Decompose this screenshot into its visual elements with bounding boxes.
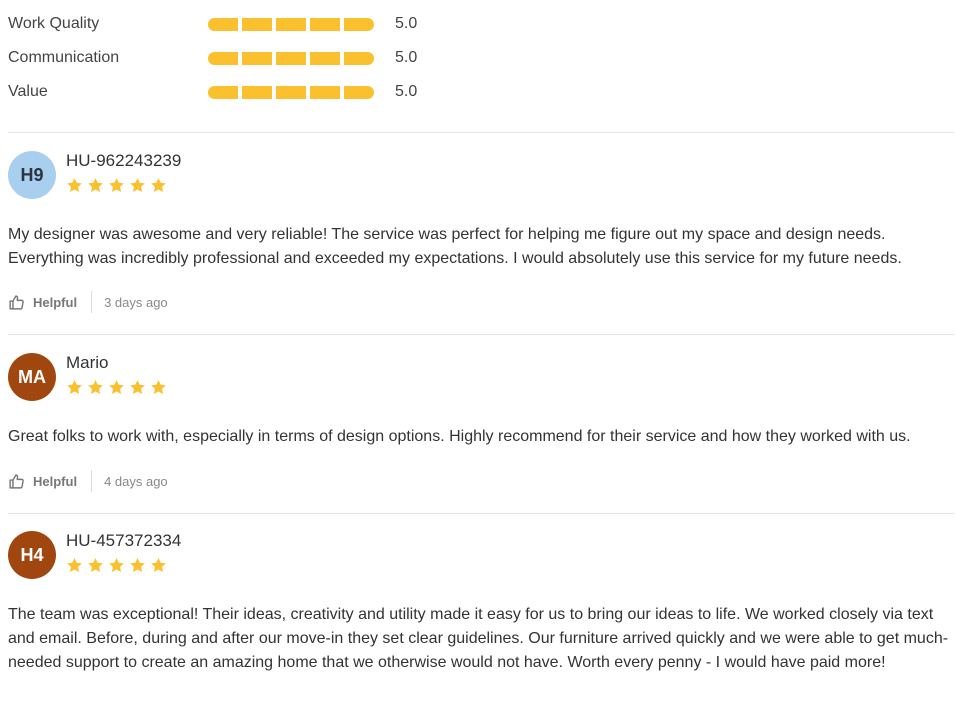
rating-value: 5.0 — [395, 83, 418, 100]
review-card: MA Mario Great folks to work with, espec… — [8, 353, 954, 503]
star-rating — [66, 379, 167, 396]
star-icon — [88, 178, 103, 193]
review-card: H9 HU-962243239 My designer was awesome … — [8, 151, 954, 321]
review-timestamp: 4 days ago — [104, 473, 168, 489]
rating-bar-segment — [276, 51, 306, 65]
rating-bar-segment — [310, 17, 340, 31]
star-icon — [88, 380, 103, 395]
rating-bar-segment — [276, 17, 306, 31]
avatar: H9 — [8, 151, 56, 199]
helpful-button[interactable]: Helpful — [8, 294, 77, 311]
rating-bar-segment — [310, 85, 340, 99]
helpful-button[interactable]: Helpful — [8, 473, 77, 490]
rating-value: 5.0 — [395, 49, 418, 66]
avatar: MA — [8, 353, 56, 401]
star-icon — [130, 380, 145, 395]
review-text: The team was exceptional! Their ideas, c… — [8, 606, 949, 671]
star-icon — [130, 558, 145, 573]
star-icon — [88, 558, 103, 573]
star-rating — [66, 177, 167, 194]
star-icon — [151, 558, 166, 573]
rating-label: Communication — [8, 49, 120, 66]
review-text: My designer was awesome and very reliabl… — [8, 226, 902, 267]
rating-communication: Communication 5.0 — [8, 47, 417, 69]
rating-bar-segment — [208, 85, 238, 99]
helpful-label: Helpful — [33, 294, 78, 310]
rating-bar-segment — [208, 17, 238, 31]
rating-bar-segment — [242, 17, 272, 31]
review-meta: Helpful 3 days ago — [8, 291, 168, 313]
star-rating — [66, 557, 167, 574]
review-text: Great folks to work with, especially in … — [8, 428, 911, 445]
rating-bar — [208, 17, 374, 31]
separator — [91, 291, 93, 313]
divider — [8, 513, 954, 514]
rating-bar-segment — [208, 51, 238, 65]
star-icon — [109, 380, 124, 395]
divider — [8, 132, 954, 133]
separator — [91, 470, 93, 492]
helpful-label: Helpful — [33, 473, 78, 489]
reviewer-name: Mario — [66, 353, 109, 372]
rating-label: Work Quality — [8, 15, 100, 32]
thumbs-up-icon — [9, 294, 24, 310]
star-icon — [151, 380, 166, 395]
rating-bar-segment — [242, 51, 272, 65]
reviewer-name: HU-962243239 — [66, 151, 182, 170]
rating-value: 5.0 — [395, 15, 418, 32]
star-icon — [67, 178, 82, 193]
star-icon — [67, 558, 82, 573]
rating-bar-segment — [310, 51, 340, 65]
rating-bar-segment — [344, 85, 374, 99]
rating-bar — [208, 51, 374, 65]
rating-value-row: Value 5.0 — [8, 81, 417, 103]
reviewer-name: HU-457372334 — [66, 531, 182, 550]
star-icon — [109, 178, 124, 193]
reviews-page: Work Quality 5.0 Communication 5.0 Value — [0, 0, 958, 701]
rating-bar-segment — [344, 51, 374, 65]
rating-label: Value — [8, 83, 48, 100]
star-icon — [109, 558, 124, 573]
avatar: H4 — [8, 531, 56, 579]
star-icon — [151, 178, 166, 193]
review-timestamp: 3 days ago — [104, 294, 168, 310]
thumbs-up-icon — [9, 473, 24, 489]
rating-work-quality: Work Quality 5.0 — [8, 13, 417, 35]
rating-bar-segment — [276, 85, 306, 99]
star-icon — [67, 380, 82, 395]
divider — [8, 334, 954, 335]
rating-bar-segment — [344, 17, 374, 31]
rating-bar — [208, 85, 374, 99]
review-card: H4 HU-457372334 The team was exceptional… — [8, 531, 954, 701]
star-icon — [130, 178, 145, 193]
review-meta: Helpful 4 days ago — [8, 470, 168, 492]
rating-bar-segment — [242, 85, 272, 99]
